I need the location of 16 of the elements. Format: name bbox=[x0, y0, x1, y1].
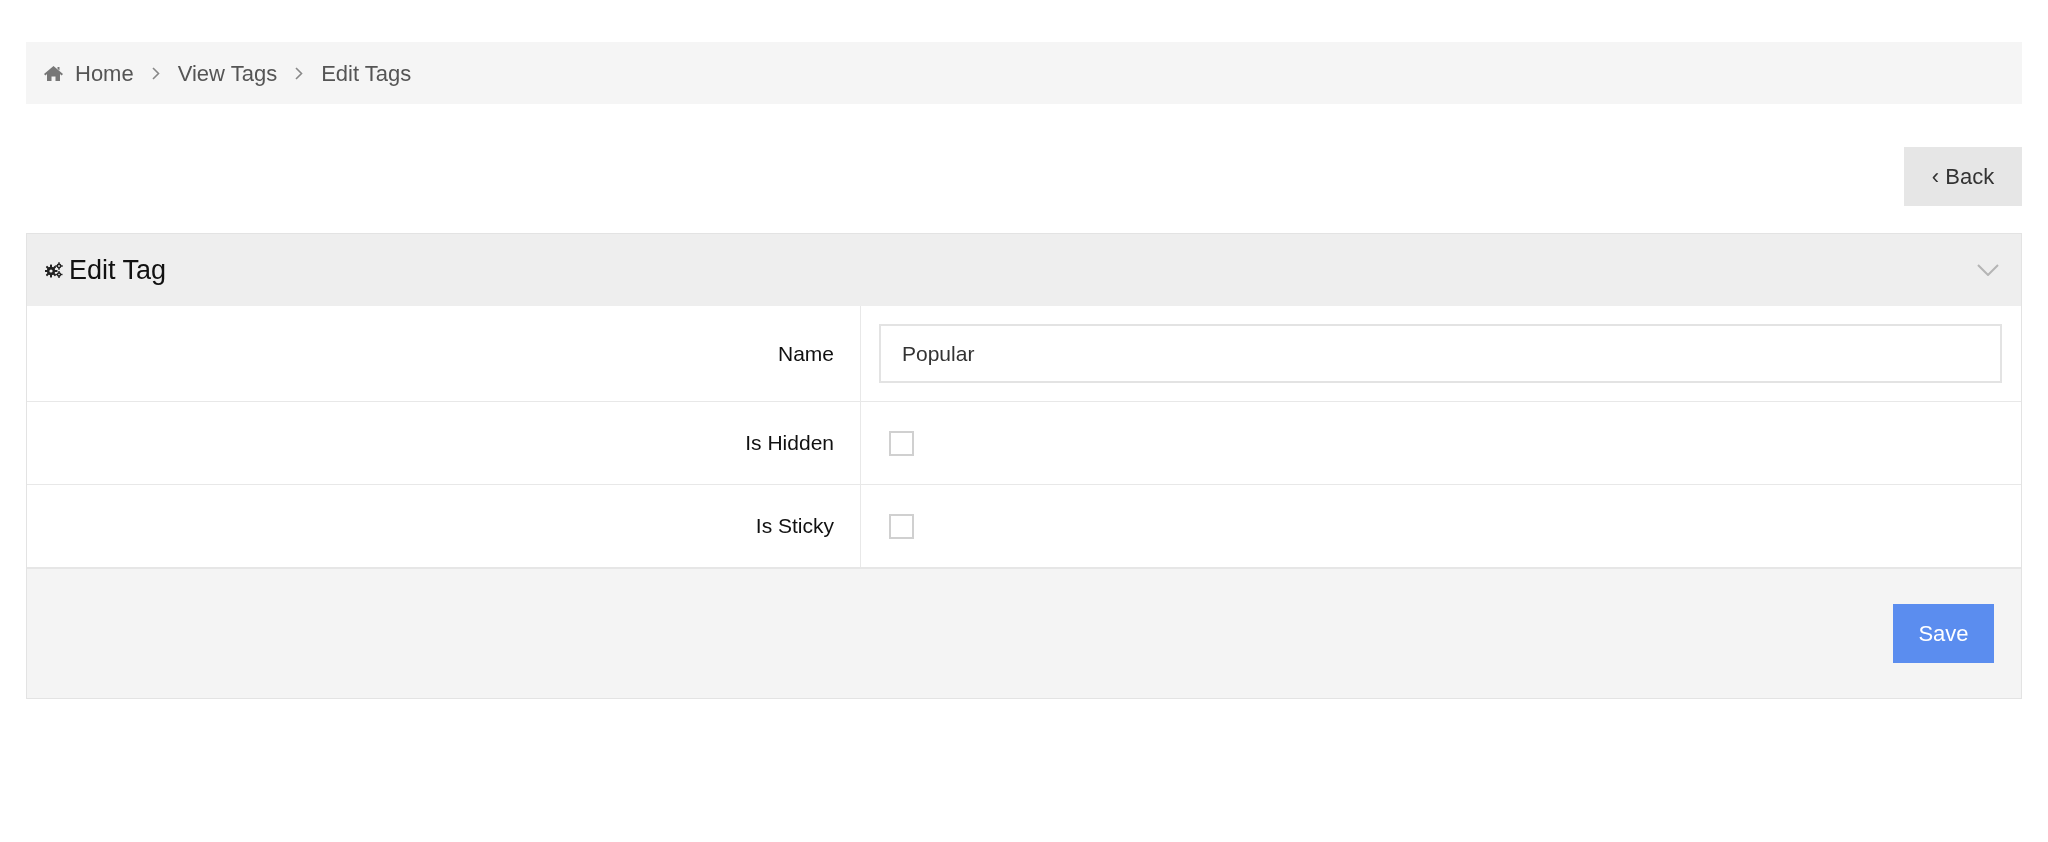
field-label: Name bbox=[777, 340, 834, 367]
back-button[interactable]: ‹ Back bbox=[1904, 147, 2022, 206]
gears-icon bbox=[45, 262, 63, 278]
panel-title: Edit Tag bbox=[69, 253, 167, 287]
field-label: Is Hidden bbox=[745, 430, 834, 457]
breadcrumb-link[interactable]: Edit Tags bbox=[321, 56, 412, 90]
chevron-down-icon[interactable] bbox=[1977, 264, 1999, 276]
field-label: Is Sticky bbox=[755, 513, 834, 540]
name-input[interactable]: Popular bbox=[879, 324, 2002, 383]
chevron-right-icon bbox=[151, 66, 160, 80]
checkbox[interactable] bbox=[889, 513, 914, 539]
breadcrumb-link[interactable]: View Tags bbox=[177, 56, 278, 90]
chevron-right-icon bbox=[295, 66, 304, 80]
home-icon[interactable] bbox=[44, 65, 63, 81]
breadcrumb-link[interactable]: Home bbox=[75, 56, 134, 90]
checkbox[interactable] bbox=[889, 430, 914, 456]
